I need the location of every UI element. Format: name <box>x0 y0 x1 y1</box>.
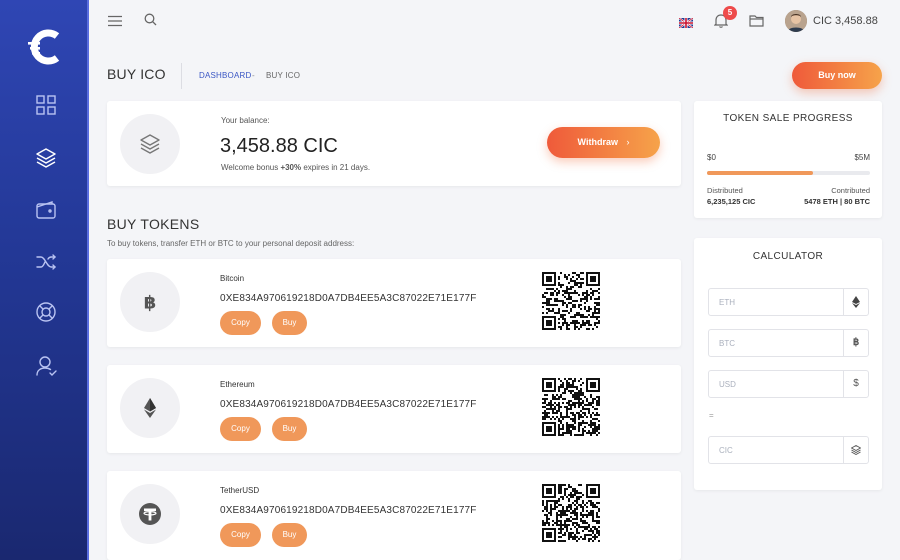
deposit-address: 0XE834A970619218D0A7DB4EE5A3C87022E71E17… <box>220 399 477 410</box>
cic-input[interactable]: CIC <box>708 436 869 464</box>
cic-placeholder: CIC <box>719 446 733 455</box>
lifebuoy-icon[interactable] <box>34 300 58 324</box>
breadcrumb-current: BUY ICO <box>266 71 301 80</box>
folder-icon[interactable] <box>749 14 764 32</box>
wallet-icon[interactable] <box>34 198 58 222</box>
cic-logo[interactable] <box>26 27 66 67</box>
dollar-icon: $ <box>843 371 868 397</box>
breadcrumb-separator: - <box>252 71 255 80</box>
shuffle-icon[interactable] <box>34 250 58 274</box>
distributed-label: Distributed <box>707 186 743 195</box>
sidebar <box>0 0 89 560</box>
withdraw-label: Withdraw <box>577 137 618 147</box>
coin-name: Bitcoin <box>220 274 245 283</box>
equals-sign: = <box>709 411 714 420</box>
token-sale-title: TOKEN SALE PROGRESS <box>723 113 853 124</box>
deposit-address: 0XE834A970619218D0A7DB4EE5A3C87022E71E17… <box>220 505 477 516</box>
usd-input[interactable]: USD $ <box>708 370 869 398</box>
contributed-label: Contributed <box>831 186 870 195</box>
user-balance[interactable]: CIC 3,458.88 <box>813 15 878 27</box>
eth-placeholder: ETH <box>719 298 735 307</box>
chevron-right-icon: › <box>626 137 630 147</box>
usd-placeholder: USD <box>719 380 736 389</box>
notification-badge: 5 <box>723 6 737 20</box>
grid-icon[interactable] <box>34 93 58 117</box>
withdraw-button[interactable]: Withdraw › <box>547 127 660 158</box>
buy-button[interactable]: Buy <box>272 311 307 335</box>
layers-icon <box>843 437 868 463</box>
breadcrumb-dashboard[interactable]: DASHBOARD <box>199 71 251 80</box>
bonus-suffix: expires in 21 days. <box>301 163 371 172</box>
btc-placeholder: BTC <box>719 339 735 348</box>
calculator-title: CALCULATOR <box>752 251 824 262</box>
eth-input[interactable]: ETH <box>708 288 869 316</box>
qr-code <box>542 272 600 330</box>
bonus-text: Welcome bonus +30% expires in 21 days. <box>221 163 370 172</box>
deposit-address: 0XE834A970619218D0A7DB4EE5A3C87022E71E17… <box>220 293 477 304</box>
tether-icon <box>120 484 180 544</box>
avatar[interactable] <box>785 10 807 32</box>
buy-now-button[interactable]: Buy now <box>792 62 882 89</box>
progress-fill <box>707 171 813 175</box>
balance-layers-icon <box>120 114 180 174</box>
search-icon[interactable] <box>144 13 157 31</box>
progress-min: $0 <box>707 153 716 162</box>
ethereum-icon <box>843 289 868 315</box>
progress-max: $5M <box>854 153 870 162</box>
user-icon[interactable] <box>34 354 58 378</box>
svg-text:฿: ฿ <box>144 293 157 314</box>
coin-name: Ethereum <box>220 380 255 389</box>
buy-button[interactable]: Buy <box>272 417 307 441</box>
copy-button[interactable]: Copy <box>220 417 261 441</box>
bonus-value: +30% <box>280 163 302 172</box>
page-title: BUY ICO <box>107 66 166 82</box>
ethereum-icon <box>120 378 180 438</box>
bitcoin-icon: ฿ <box>843 330 868 356</box>
token-sale-card: TOKEN SALE PROGRESS $0 $5M Distributed 6… <box>694 101 882 218</box>
bonus-prefix: Welcome bonus <box>221 163 281 172</box>
copy-button[interactable]: Copy <box>220 523 261 547</box>
bitcoin-icon: ฿ <box>120 272 180 332</box>
coin-name: TetherUSD <box>220 486 260 495</box>
buy-tokens-title: BUY TOKENS <box>107 216 200 232</box>
buy-button[interactable]: Buy <box>272 523 307 547</box>
btc-input[interactable]: BTC ฿ <box>708 329 869 357</box>
progress-track <box>707 171 870 175</box>
balance-amount: 3,458.88 CIC <box>220 135 338 157</box>
balance-label: Your balance: <box>221 116 270 125</box>
contributed-value: 5478 ETH | 80 BTC <box>804 197 870 206</box>
qr-code <box>542 378 600 436</box>
menu-icon[interactable] <box>108 14 122 32</box>
buy-tokens-subtitle: To buy tokens, transfer ETH or BTC to yo… <box>107 239 355 248</box>
distributed-value: 6,235,125 CIC <box>707 197 756 206</box>
copy-button[interactable]: Copy <box>220 311 261 335</box>
qr-code <box>542 484 600 542</box>
topbar <box>89 0 900 44</box>
uk-flag-icon[interactable] <box>678 15 694 33</box>
title-divider <box>181 63 182 89</box>
layers-icon[interactable] <box>34 146 58 170</box>
